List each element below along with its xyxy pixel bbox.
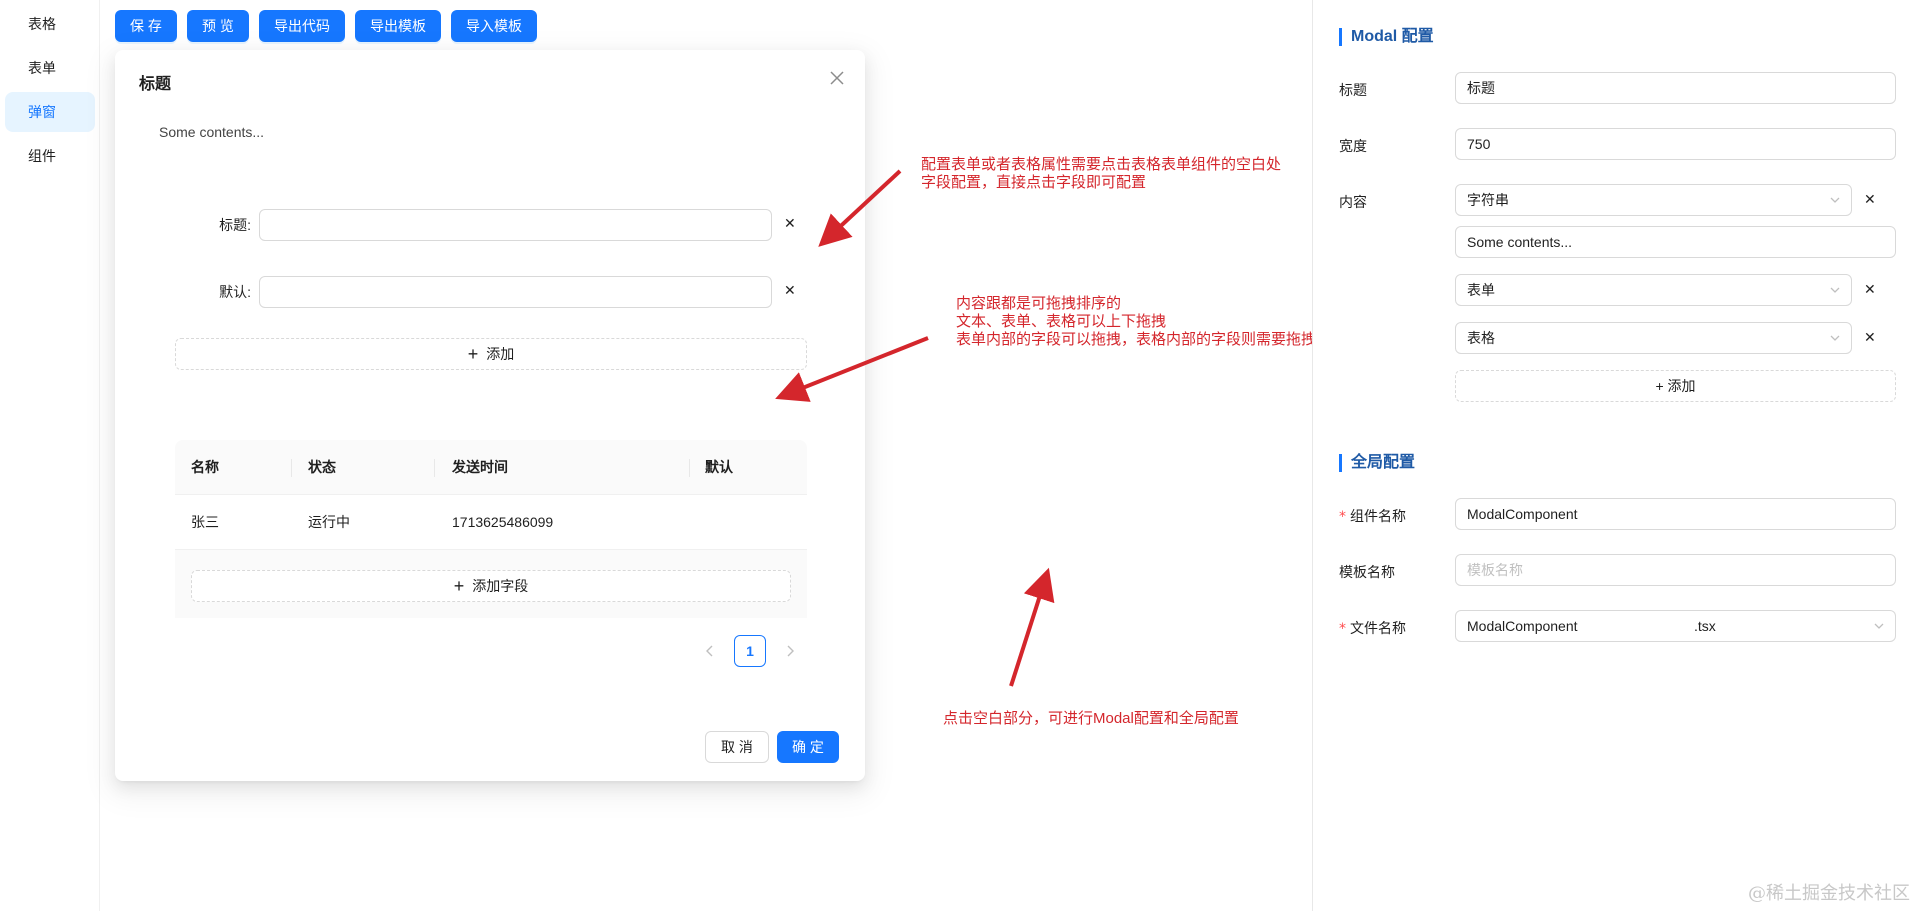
required-mark: * [1339, 621, 1346, 637]
file-name-label-text: 文件名称 [1350, 620, 1406, 636]
global-config-title: 全局配置 [1339, 453, 1415, 473]
annotation-form-config: 配置表单或者表格属性需要点击表格表单组件的空白处 字段配置，直接点击字段即可配置 [921, 156, 1281, 192]
add-content-button[interactable]: + 添加 [1455, 370, 1896, 402]
arrow-to-content [775, 336, 929, 402]
chevron-down-icon [1830, 287, 1840, 293]
chevron-down-icon [1830, 197, 1840, 203]
arrow-to-form [818, 169, 902, 247]
file-name-label: * 文件名称 [1339, 618, 1406, 638]
component-name-label: * 组件名称 [1339, 506, 1406, 526]
template-name-input[interactable]: 模板名称 [1455, 554, 1896, 586]
annotation-line: 字段配置，直接点击字段即可配置 [921, 174, 1147, 191]
content-text-input[interactable]: Some contents... [1455, 226, 1896, 258]
required-mark: * [1339, 509, 1346, 525]
arrow-to-blank [1009, 567, 1055, 687]
remove-content-string-icon[interactable]: ✕ [1864, 191, 1876, 208]
content-label: 内容 [1339, 194, 1367, 210]
width-label: 宽度 [1339, 138, 1367, 154]
component-name-input[interactable]: ModalComponent [1455, 498, 1896, 530]
chevron-down-icon [1874, 623, 1884, 629]
component-name-label-text: 组件名称 [1350, 508, 1406, 524]
select-value: 表单 [1467, 282, 1495, 298]
annotation-blank-click: 点击空白部分，可进行Modal配置和全局配置 [943, 710, 1239, 727]
annotation-line: 文本、表单、表格可以上下拖拽 [956, 313, 1167, 330]
content-type-select-string[interactable]: 字符串 [1455, 184, 1852, 216]
annotation-line: 表单内部的字段可以拖拽，表格内部的字段则需要拖拽表头 [956, 331, 1347, 348]
annotation-line: 配置表单或者表格属性需要点击表格表单组件的空白处 [921, 156, 1282, 173]
title-label: 标题 [1339, 82, 1367, 98]
remove-content-form-icon[interactable]: ✕ [1864, 281, 1876, 298]
content-type-select-form[interactable]: 表单 [1455, 274, 1852, 306]
file-ext-select[interactable]: .tsx [1683, 610, 1896, 642]
content-type-select-table[interactable]: 表格 [1455, 322, 1852, 354]
remove-content-table-icon[interactable]: ✕ [1864, 329, 1876, 346]
width-input[interactable]: 750 [1455, 128, 1896, 160]
select-value: 字符串 [1467, 192, 1509, 208]
select-value: 表格 [1467, 330, 1495, 346]
chevron-down-icon [1830, 335, 1840, 341]
config-panel: Modal 配置 标题 标题 宽度 750 内容 字符串 ✕ Some cont… [1312, 0, 1920, 911]
annotation-line: 内容跟都是可拖拽排序的 [956, 295, 1122, 312]
title-input[interactable]: 标题 [1455, 72, 1896, 104]
file-name-input[interactable]: ModalComponent [1455, 610, 1684, 642]
select-value: .tsx [1694, 618, 1716, 634]
template-name-label: 模板名称 [1339, 564, 1395, 580]
annotation-drag-sort: 内容跟都是可拖拽排序的 文本、表单、表格可以上下拖拽 表单内部的字段可以拖拽，表… [956, 295, 1346, 349]
modal-config-title: Modal 配置 [1339, 27, 1434, 47]
watermark: @稀土掘金技术社区 [1748, 883, 1910, 904]
